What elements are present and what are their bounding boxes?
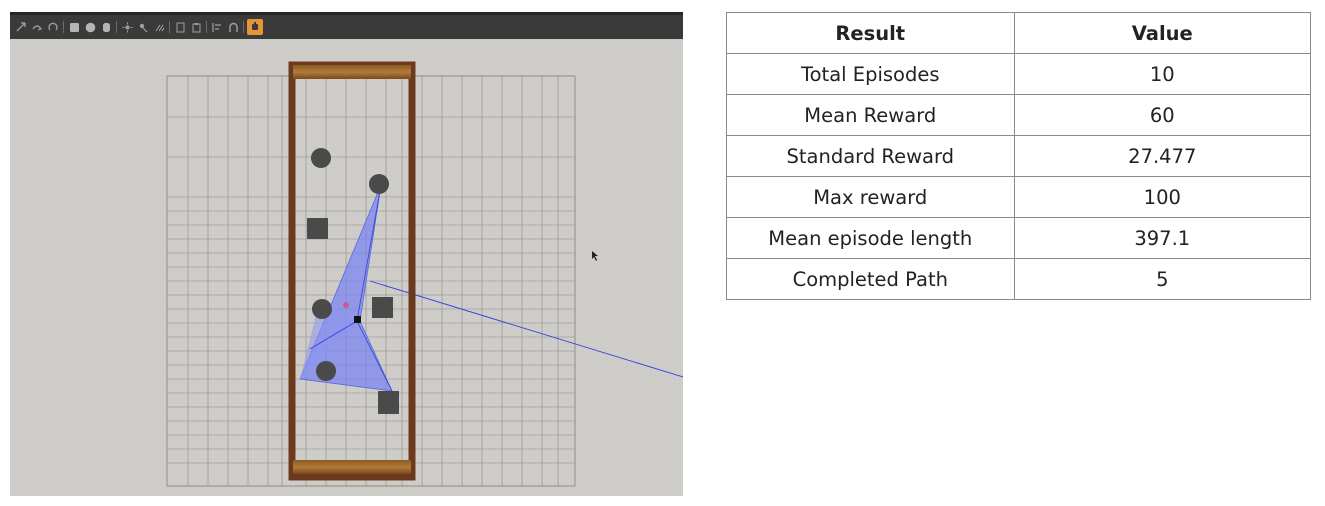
result-label: Max reward [726, 176, 1015, 218]
paste-icon[interactable] [189, 20, 203, 34]
cylinder-icon[interactable] [99, 20, 113, 34]
robot[interactable] [354, 316, 361, 323]
cylinder-obstacle [311, 148, 331, 168]
pointer-icon[interactable] [30, 20, 44, 34]
table-row: Total Episodes 10 [726, 53, 1312, 95]
point-light-icon[interactable] [120, 20, 134, 34]
box-obstacle [372, 297, 393, 318]
cylinder-obstacle [312, 299, 332, 319]
result-value: 5 [1013, 258, 1312, 300]
cylinder-obstacle [316, 361, 336, 381]
record-icon[interactable] [247, 19, 263, 35]
result-value: 60 [1013, 94, 1312, 136]
result-label: Standard Reward [726, 135, 1015, 177]
box-obstacle [378, 391, 399, 414]
arrow-select-icon[interactable] [14, 20, 28, 34]
snap-icon[interactable] [226, 20, 240, 34]
table-row: Max reward 100 [726, 176, 1312, 218]
column-header-value: Value [1013, 12, 1312, 54]
result-value: 100 [1013, 176, 1312, 218]
box-obstacle [307, 218, 328, 239]
result-value: 397.1 [1013, 217, 1312, 259]
result-value: 27.477 [1013, 135, 1312, 177]
simulation-viewport[interactable] [10, 39, 683, 496]
table-row: Mean episode length 397.1 [726, 217, 1312, 259]
column-header-result: Result [726, 12, 1015, 54]
arena-wall-top [293, 65, 411, 79]
table-row: Mean Reward 60 [726, 94, 1312, 136]
table-row: Standard Reward 27.477 [726, 135, 1312, 177]
directional-light-icon[interactable] [152, 20, 166, 34]
table-header-row: Result Value [726, 12, 1312, 54]
simulator-window [10, 12, 683, 496]
arena-wall-bottom [293, 460, 411, 474]
scene-svg [10, 39, 683, 496]
result-label: Mean Reward [726, 94, 1015, 136]
result-label: Completed Path [726, 258, 1015, 300]
goal-marker [343, 302, 349, 308]
result-label: Total Episodes [726, 53, 1015, 95]
result-value: 10 [1013, 53, 1312, 95]
table-row: Completed Path 5 [726, 258, 1312, 300]
copy-icon[interactable] [173, 20, 187, 34]
result-label: Mean episode length [726, 217, 1015, 259]
spot-light-icon[interactable] [136, 20, 150, 34]
simulator-toolbar [10, 12, 683, 39]
box-icon[interactable] [67, 20, 81, 34]
sphere-icon[interactable] [83, 20, 97, 34]
rotate-icon[interactable] [46, 20, 60, 34]
results-table: Result Value Total Episodes 10 Mean Rewa… [726, 12, 1312, 300]
align-icon[interactable] [210, 20, 224, 34]
cylinder-obstacle [369, 174, 389, 194]
